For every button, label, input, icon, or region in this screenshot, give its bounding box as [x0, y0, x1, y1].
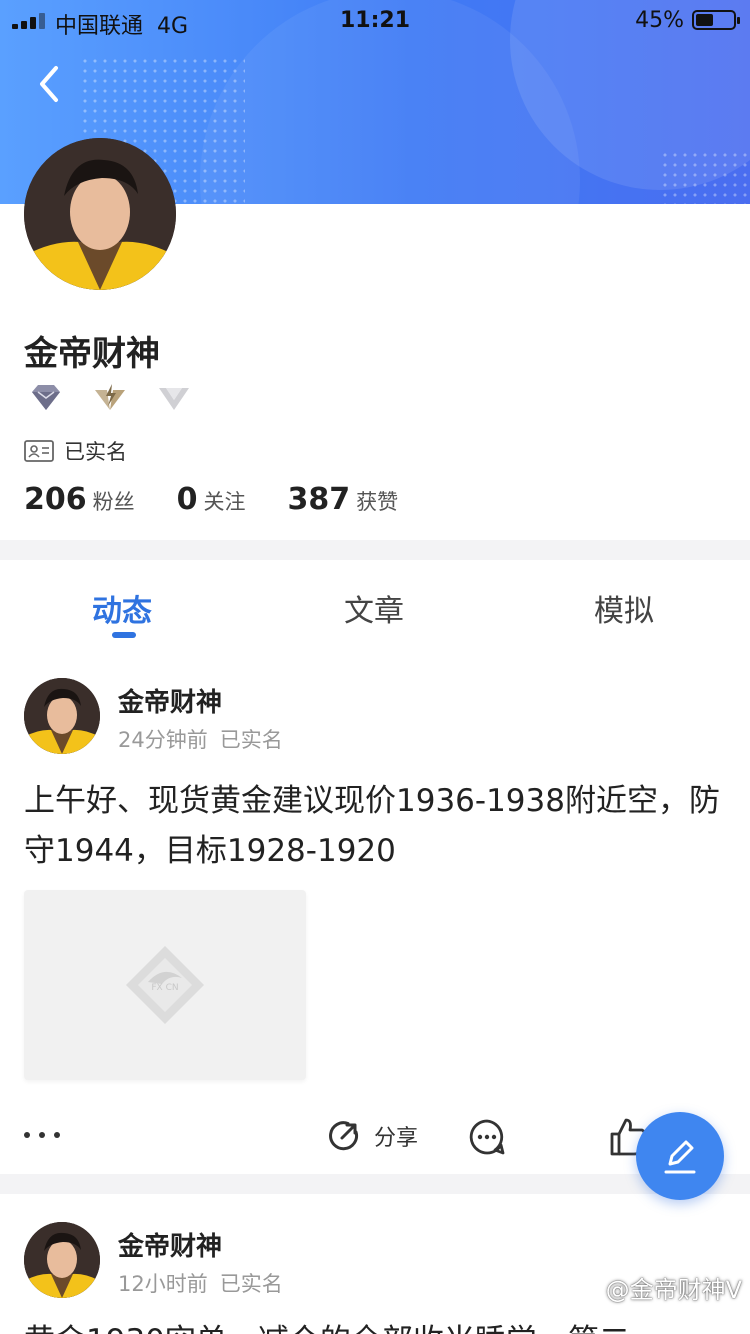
tab-simulation[interactable]: 模拟: [594, 586, 654, 630]
stat-followers[interactable]: 206 粉丝: [24, 482, 135, 517]
more-options-icon[interactable]: [24, 1132, 60, 1138]
post-time: 24分钟前: [118, 728, 208, 752]
share-label: 分享: [374, 1126, 419, 1151]
comment-icon[interactable]: [468, 1118, 506, 1156]
post-author-name[interactable]: 金帝财神: [118, 682, 222, 719]
lightning-badge-icon: [95, 384, 125, 410]
chevron-badge-icon: [159, 388, 189, 410]
badge-row: [28, 382, 192, 414]
post-author-avatar[interactable]: [24, 678, 100, 754]
watermark: @金帝财神V: [605, 1276, 742, 1304]
edit-pencil-icon: [664, 1140, 696, 1174]
post-content[interactable]: 上午好、现货黄金建议现价1936-1938附近空，防守1944，目标1928-1…: [24, 776, 724, 876]
post-verified: 已实名: [219, 728, 283, 752]
profile-stats: 206 粉丝 0 关注 387 获赞: [24, 482, 440, 517]
post-verified: 已实名: [219, 1272, 283, 1296]
post-content[interactable]: 黄金1930空单，减仓的全部收米睡觉，第二: [24, 1316, 744, 1334]
stat-following[interactable]: 0 关注: [177, 482, 246, 517]
post-author-avatar[interactable]: [24, 1222, 100, 1298]
share-button[interactable]: 分享: [326, 1118, 418, 1154]
image-placeholder-logo: FX CN: [126, 946, 204, 1024]
tab-bar: 动态 文章 模拟: [0, 560, 750, 646]
profile-name: 金帝财神: [24, 334, 160, 374]
post-time: 12小时前: [118, 1272, 208, 1296]
id-card-icon: [24, 440, 54, 462]
verified-label: 已实名: [64, 440, 127, 464]
banner-dot-pattern: [660, 150, 750, 204]
stat-value: 0: [176, 482, 198, 517]
stat-label: 粉丝: [92, 490, 135, 514]
diamond-badge-icon: [32, 385, 60, 410]
battery-percent: 45%: [635, 8, 684, 33]
post-image[interactable]: FX CN: [24, 890, 306, 1080]
back-arrow-icon[interactable]: [30, 62, 70, 106]
stat-value: 387: [287, 482, 351, 517]
profile-avatar[interactable]: [24, 138, 176, 290]
compose-fab-button[interactable]: [636, 1112, 724, 1200]
share-icon: [329, 1121, 359, 1151]
stat-value: 206: [24, 482, 87, 517]
section-divider: [0, 540, 750, 560]
battery-icon: [692, 10, 740, 30]
post-meta: 12小时前 已实名: [118, 1268, 295, 1298]
stat-label: 获赞: [356, 490, 399, 514]
post-author-name[interactable]: 金帝财神: [118, 1226, 222, 1263]
stat-likes[interactable]: 387 获赞: [288, 482, 399, 517]
tab-articles[interactable]: 文章: [344, 586, 404, 630]
post-meta: 24分钟前 已实名: [118, 724, 295, 754]
status-bar: 中国联通 4G 11:21 45%: [0, 0, 750, 42]
tab-dynamics[interactable]: 动态: [92, 586, 152, 630]
section-divider: [0, 1174, 750, 1194]
stat-label: 关注: [203, 490, 246, 514]
verified-status: 已实名: [24, 436, 127, 466]
tab-active-indicator: [112, 632, 136, 638]
svg-text:FX CN: FX CN: [151, 983, 178, 993]
